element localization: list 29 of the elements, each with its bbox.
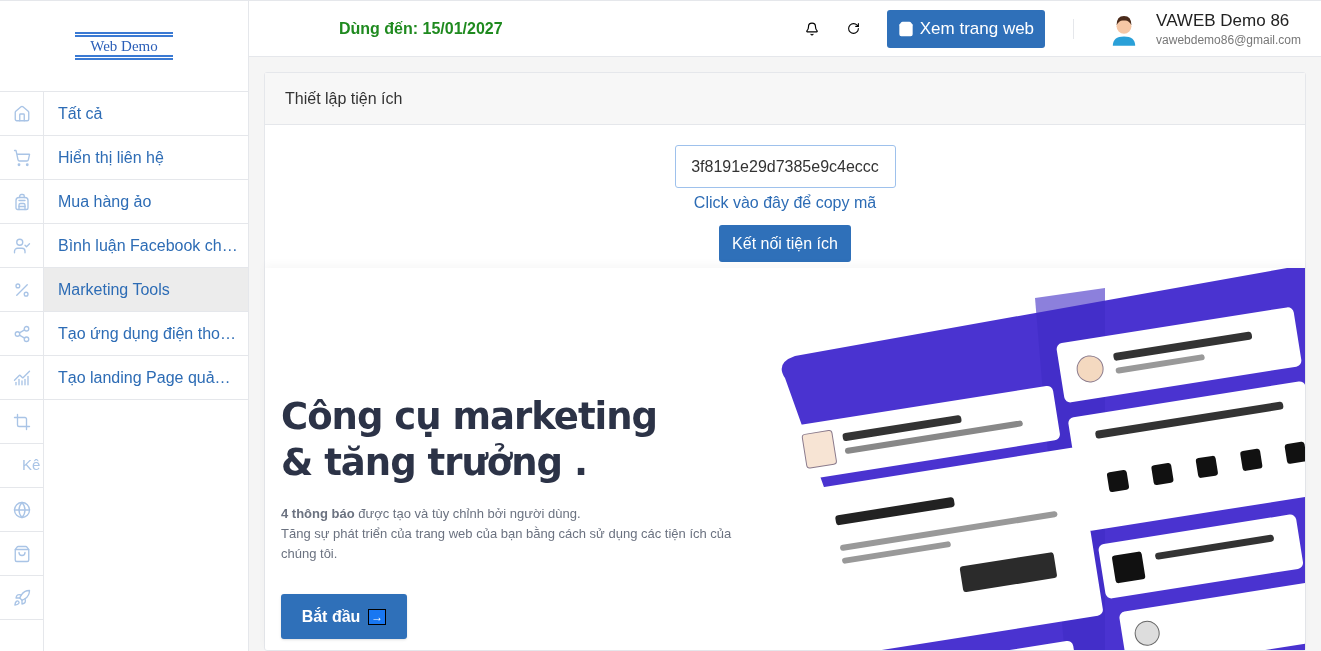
copy-code-link[interactable]: Click vào đây để copy mã [693, 191, 877, 215]
view-site-button[interactable]: Xem trang web [886, 9, 1046, 48]
user-check-icon[interactable] [12, 236, 31, 255]
user-name: VAWEB Demo 86 [1156, 9, 1291, 32]
sidebar-item[interactable]: Marketing Tools [44, 268, 248, 312]
user-email: vawebdemo86@gmail.com [1156, 31, 1301, 48]
percent-icon[interactable] [12, 280, 31, 299]
refresh-icon[interactable] [846, 22, 860, 35]
home-icon[interactable] [12, 104, 31, 123]
start-button[interactable]: Bắt đầu → [281, 594, 407, 639]
hero-description: 4 thông báo được tạo và tùy chỉnh bởi người dùng. [281, 505, 582, 523]
panel-title: Thiết lập tiện ích [285, 88, 403, 109]
expiry-date: Dùng đến: 15/01/2027 [339, 18, 503, 39]
code-field[interactable]: 3f8191e29d7385e9c4eccc [674, 145, 896, 188]
chart-icon[interactable] [12, 368, 31, 387]
globe-icon[interactable] [12, 500, 31, 519]
hero-description: Tăng sự phát triển của trang web của bạn bằng cách sử dụng các tiện ích của chúng tôi. [281, 525, 733, 563]
connect-button[interactable]: Kết nối tiện ích [719, 225, 851, 262]
bag-icon[interactable] [12, 544, 31, 563]
nodes-icon[interactable] [12, 324, 31, 343]
hero-title: & tăng trưởng . [281, 440, 588, 486]
crop-icon[interactable] [12, 412, 31, 431]
bag-icon [897, 20, 914, 37]
hero-title: Công cụ marketing [281, 394, 659, 440]
cart-icon[interactable] [12, 148, 31, 167]
logo[interactable]: Web Demo [75, 32, 173, 60]
backpack-icon[interactable] [12, 192, 31, 211]
rocket-icon[interactable] [12, 588, 31, 607]
bell-icon[interactable] [804, 21, 819, 36]
